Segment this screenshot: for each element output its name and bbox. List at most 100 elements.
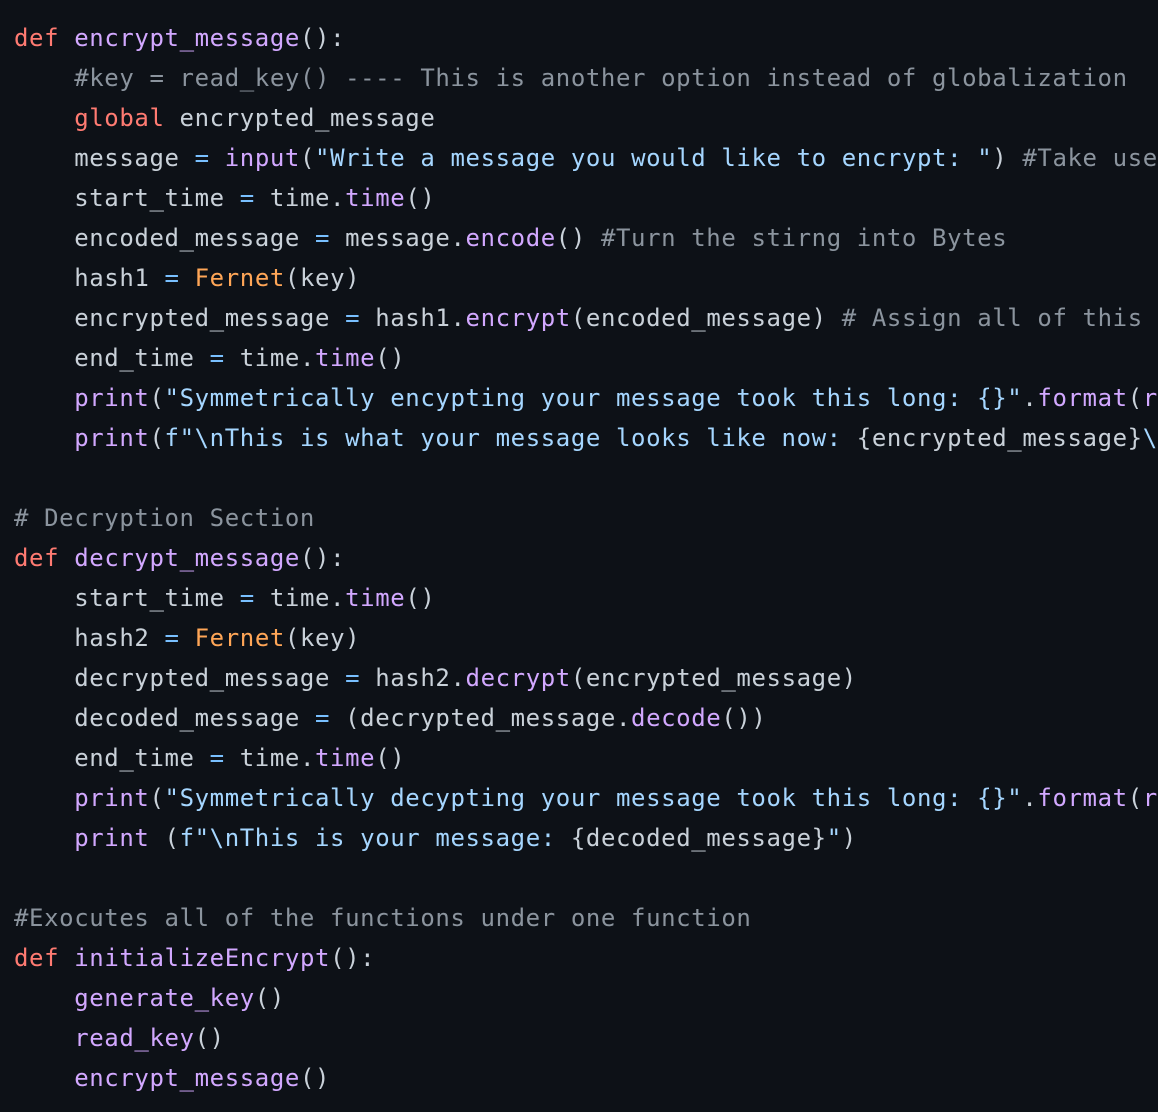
code-line: encrypted_message = hash1.encrypt(encode… bbox=[14, 298, 1158, 338]
function-token: input bbox=[224, 144, 300, 172]
keyword-token: def bbox=[14, 544, 60, 572]
function-token: initializeEncrypt bbox=[74, 944, 331, 972]
text-token: ( bbox=[149, 384, 165, 412]
string-token: f"\nThis is your message: bbox=[179, 824, 571, 852]
operator-token: = bbox=[164, 624, 180, 652]
function-token: time bbox=[315, 744, 376, 772]
text-token: (decrypted_message. bbox=[330, 704, 632, 732]
class-token: Fernet bbox=[194, 264, 285, 292]
code-body: def encrypt_message(): #key = read_key()… bbox=[14, 18, 1158, 1098]
text-token: time. bbox=[224, 344, 315, 372]
function-token: read_key bbox=[74, 1024, 195, 1052]
text-token: decoded_message bbox=[14, 704, 315, 732]
comment-token: # Assign all of this to a bbox=[841, 304, 1158, 332]
text-token: encrypted_message bbox=[164, 104, 436, 132]
text-token: () bbox=[405, 184, 436, 212]
code-line: def decrypt_message(): bbox=[14, 538, 1158, 578]
string-token: " bbox=[826, 824, 842, 852]
text-token: encrypted_message bbox=[14, 304, 346, 332]
code-line: print("Symmetrically decypting your mess… bbox=[14, 778, 1158, 818]
text-token: encoded_message bbox=[14, 224, 315, 252]
text-token: message bbox=[14, 144, 195, 172]
text-token: hash1. bbox=[360, 304, 466, 332]
text-token: () bbox=[254, 984, 285, 1012]
text-token: time. bbox=[224, 744, 315, 772]
code-line: start_time = time.time() bbox=[14, 178, 1158, 218]
function-token: print bbox=[74, 824, 150, 852]
function-token: time bbox=[345, 584, 406, 612]
code-line: def encrypt_message(): bbox=[14, 18, 1158, 58]
code-line: encoded_message = message.encode() #Turn… bbox=[14, 218, 1158, 258]
text-token: ) bbox=[841, 824, 857, 852]
function-token: encrypt_message bbox=[74, 24, 300, 52]
text-token: start_time bbox=[14, 584, 240, 612]
code-line: read_key() bbox=[14, 1018, 1158, 1058]
text-token: ( bbox=[1127, 784, 1143, 812]
text-token: {encrypted_message} bbox=[856, 424, 1143, 452]
string-token: \n Th bbox=[1142, 424, 1158, 452]
function-token: decrypt_message bbox=[74, 544, 300, 572]
keyword-token: def bbox=[14, 944, 60, 972]
code-line: def initializeEncrypt(): bbox=[14, 938, 1158, 978]
text-token: end_time bbox=[14, 744, 210, 772]
operator-token: = bbox=[314, 224, 331, 252]
code-line: # Decryption Section bbox=[14, 498, 1158, 538]
string-token: "Symmetrically decypting your message to… bbox=[164, 784, 1023, 812]
code-line: print("Symmetrically encypting your mess… bbox=[14, 378, 1158, 418]
text-token: () bbox=[405, 584, 436, 612]
code-line: end_time = time.time() bbox=[14, 738, 1158, 778]
function-token: round bbox=[1142, 784, 1158, 812]
comment-token: # Decryption Section bbox=[14, 504, 315, 532]
code-line: start_time = time.time() bbox=[14, 578, 1158, 618]
text-token: () bbox=[299, 1064, 331, 1092]
function-token: encrypt bbox=[465, 304, 571, 332]
text-token: (key) bbox=[284, 624, 361, 652]
function-token: time bbox=[315, 344, 376, 372]
text-token: time. bbox=[254, 184, 346, 212]
operator-token: = bbox=[209, 344, 225, 372]
text-token: . bbox=[1022, 384, 1038, 412]
code-line: decoded_message = (decrypted_message.dec… bbox=[14, 698, 1158, 738]
operator-token: = bbox=[194, 144, 210, 172]
text-token: time. bbox=[254, 584, 346, 612]
operator-token: = bbox=[164, 264, 180, 292]
code-line: hash2 = Fernet(key) bbox=[14, 618, 1158, 658]
function-token: print bbox=[74, 424, 150, 452]
code-line: end_time = time.time() bbox=[14, 338, 1158, 378]
text-token: {decoded_message} bbox=[570, 824, 827, 852]
function-token: format bbox=[1037, 384, 1128, 412]
text-token: hash2. bbox=[360, 664, 466, 692]
text-token: () bbox=[555, 224, 601, 252]
function-token: format bbox=[1037, 784, 1128, 812]
text-token: ( bbox=[1127, 384, 1143, 412]
function-token: generate_key bbox=[74, 984, 255, 1012]
string-token: "Write a message you would like to encry… bbox=[315, 144, 993, 172]
comment-token: #key = read_key() ---- This is another o… bbox=[74, 64, 1128, 92]
operator-token: = bbox=[239, 184, 255, 212]
text-token: ( bbox=[299, 144, 316, 172]
text-token: (): bbox=[330, 944, 376, 972]
text-token: hash2 bbox=[14, 624, 165, 652]
string-token: "Symmetrically encypting your message to… bbox=[164, 384, 1023, 412]
code-line: #Exocutes all of the functions under one… bbox=[14, 898, 1158, 938]
function-token: encode bbox=[465, 224, 556, 252]
function-token: time bbox=[345, 184, 406, 212]
function-token: decode bbox=[631, 704, 722, 732]
code-line: print (f"\nThis is your message: {decode… bbox=[14, 818, 1158, 858]
keyword-token: global bbox=[74, 104, 165, 132]
text-token: end_time bbox=[14, 344, 210, 372]
comment-token: #Exocutes all of the functions under one… bbox=[14, 904, 752, 932]
code-editor[interactable]: def encrypt_message(): #key = read_key()… bbox=[14, 18, 1158, 1098]
operator-token: = bbox=[314, 704, 331, 732]
class-token: Fernet bbox=[194, 624, 285, 652]
function-token: print bbox=[74, 384, 150, 412]
code-line: global encrypted_message bbox=[14, 98, 1158, 138]
text-token: (encoded_message) bbox=[570, 304, 842, 332]
text-token: () bbox=[375, 744, 406, 772]
